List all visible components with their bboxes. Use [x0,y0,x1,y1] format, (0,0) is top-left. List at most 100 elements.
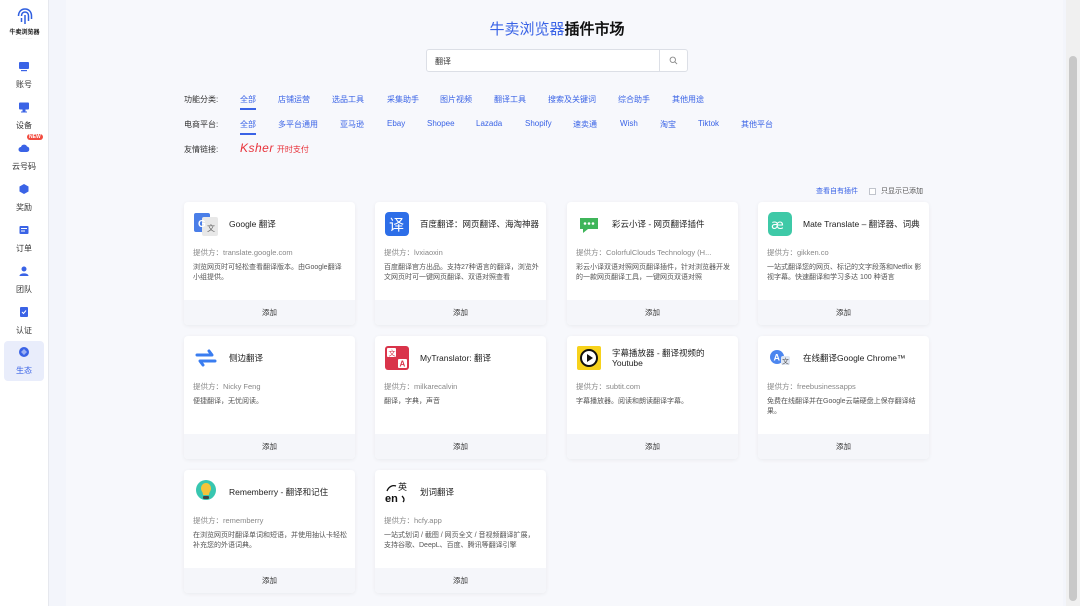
plugin-card-caiyun-translate: 彩云小译 - 网页翻译插件 提供方：ColorfulClouds Technol… [567,202,738,325]
add-plugin-button[interactable]: 添加 [758,300,929,325]
checkbox-box[interactable] [869,187,876,195]
platform-option-ebay[interactable]: Ebay [387,119,405,128]
plugin-name: Google 翻译 [229,219,276,229]
plugin-card-mytranslator: 文 A MyTranslator: 翻译 提供方：milkarecalvin 翻… [375,336,546,459]
platform-option-shopify[interactable]: Shopify [525,119,552,128]
search-input[interactable] [435,54,655,68]
plugin-name: 百度翻译：网页翻译、海淘神器 [420,219,540,229]
search-icon [669,56,678,65]
sidebar-item-device[interactable]: 设备 [4,96,44,136]
ksher-link[interactable]: Ksher 开时支付 [240,141,309,155]
svg-text:文: 文 [389,349,396,358]
vertical-scrollbar[interactable] [1066,0,1080,606]
plugin-card-hcfy: 英 en 划词翻译 提供方：hcfy.app 一站式划词 / 截图 / 网页全文… [375,470,546,593]
sidebar-item-label: 云号码 [12,162,36,171]
sidebar-item-cloud-number[interactable]: NEW 云号码 [4,134,44,177]
add-plugin-button[interactable]: 添加 [375,568,546,593]
search-box [426,49,688,72]
category-option-general[interactable]: 综合助手 [618,94,650,105]
sidebar-item-label: 认证 [16,326,32,335]
plugin-card-subtitle-player: 字幕播放器 - 翻译视频的Youtube 提供方：subtit.com 字幕播放… [567,336,738,459]
only-added-checkbox[interactable]: 只显示已添加 [869,186,923,196]
plugin-description: 免费在线翻译并在Google云端硬盘上保存翻译结果。 [767,398,916,415]
mate-translate-icon: æ [768,212,792,236]
category-option-collect[interactable]: 采集助手 [387,94,419,105]
category-option-store-ops[interactable]: 店铺运营 [278,94,310,105]
svg-text:文: 文 [207,223,215,233]
plugin-provider: 提供方：freebusinessapps [767,382,856,391]
platform-option-taobao[interactable]: 淘宝 [660,119,676,130]
plugin-name: Rememberry - 翻译和记住 [229,487,329,497]
plugin-provider: 提供方：hcfy.app [384,516,442,525]
platform-option-aliexpress[interactable]: 速卖通 [573,119,597,130]
svg-text:文: 文 [782,357,789,366]
category-option-search-keyword[interactable]: 搜索及关键词 [548,94,596,105]
plugin-name: 在线翻译Google Chrome™ [803,353,906,363]
add-plugin-button[interactable]: 添加 [184,434,355,459]
platform-option-lazada[interactable]: Lazada [476,119,502,128]
svg-text:译: 译 [389,216,404,234]
category-option-product-tools[interactable]: 选品工具 [332,94,364,105]
platform-option-wish[interactable]: Wish [620,119,638,128]
add-plugin-button[interactable]: 添加 [375,434,546,459]
category-option-other[interactable]: 其他用途 [672,94,704,105]
mytranslator-icon: 文 A [385,346,409,370]
plugin-description: 彩云小译双语对照网页翻译插件，针对浏览器开发的一款网页翻译工具，一键网页双语对照 [576,264,730,281]
category-option-image-video[interactable]: 图片视频 [440,94,472,105]
svg-text:A: A [774,353,781,363]
platform-option-tiktok[interactable]: Tiktok [698,119,719,128]
sidebar-item-label: 订单 [16,244,32,253]
plugin-description: 翻译，字典，声音 [384,398,440,405]
sidebar-item-account[interactable]: 账号 [4,55,44,95]
sidebar: 牛卖浏览器 …………… 账号 设备 NEW 云号码 奖励 订单 团队 认证 生态 [0,0,49,606]
sidebar-item-team[interactable]: 团队 [4,260,44,300]
svg-text:en: en [385,493,398,505]
baidu-translate-icon: 译 [385,212,409,236]
side-translate-icon [195,349,217,367]
sidebar-item-label: 奖励 [16,203,32,212]
plugin-card-side-translate: 侧边翻译 提供方：Nicky Feng 便捷翻译，无忧阅读。 添加 [184,336,355,459]
ksher-text: 开时支付 [276,145,309,154]
plugin-card-online-translate: A 文 在线翻译Google Chrome™ 提供方：freebusinessa… [758,336,929,459]
add-plugin-button[interactable]: 添加 [184,300,355,325]
search-button[interactable] [659,50,687,71]
plugin-name: 侧边翻译 [229,353,264,363]
add-plugin-button[interactable]: 添加 [567,300,738,325]
page-title-rest: 插件市场 [564,21,625,38]
platform-option-shopee[interactable]: Shopee [427,119,455,128]
sidebar-item-label: 账号 [16,80,32,89]
sidebar-item-label: 设备 [16,121,32,130]
platform-option-multi[interactable]: 多平台通用 [278,119,318,130]
sidebar-item-orders[interactable]: 订单 [4,219,44,259]
platform-option-other[interactable]: 其他平台 [741,119,773,130]
plugin-description: 浏览网页时可轻松查看翻译版本。由Google翻译小组提供。 [193,264,342,281]
platform-option-all[interactable]: 全部 [240,119,256,135]
view-own-plugins-link[interactable]: 查看自有插件 [816,186,858,196]
sidebar-item-rewards[interactable]: 奖励 [4,178,44,218]
add-plugin-button[interactable]: 添加 [758,434,929,459]
plugin-description: 百度翻译官方出品。支持27种语言的翻译，浏览外文网页时可一键网页翻译、双语对照查… [384,264,539,281]
order-icon [19,226,29,234]
platform-option-amazon[interactable]: 亚马逊 [340,119,364,130]
add-plugin-button[interactable]: 添加 [184,568,355,593]
sidebar-item-verify[interactable]: 认证 [4,301,44,341]
scrollbar-thumb[interactable] [1069,56,1077,601]
new-badge: NEW [27,134,43,140]
category-option-translate[interactable]: 翻译工具 [494,94,526,105]
rememberry-icon [196,480,216,500]
plugin-name: MyTranslator: 翻译 [420,353,492,363]
plugin-description: 一站式划词 / 截图 / 网页全文 / 音视频翻译扩展，支持谷歌、DeepL、百… [384,532,535,549]
page-title: 牛卖浏览器插件市场 [0,18,1080,39]
team-icon [19,266,29,276]
svg-text:A: A [400,360,406,369]
add-plugin-button[interactable]: 添加 [567,434,738,459]
add-plugin-button[interactable]: 添加 [375,300,546,325]
plugin-provider: 提供方：translate.google.com [193,248,293,257]
plugin-description: 字幕播放器。阅读和朗读翻译字幕。 [576,398,688,405]
cloud-icon [18,144,30,152]
hcfy-icon: 英 en [385,481,407,505]
plugin-card-baidu-translate: 译 百度翻译：网页翻译、海淘神器 提供方：lvxiaoxin 百度翻译官方出品。… [375,202,546,325]
sidebar-item-ecosystem[interactable]: 生态 [4,341,44,381]
category-option-all[interactable]: 全部 [240,94,256,110]
google-translate-icon: G 文 [194,213,218,236]
